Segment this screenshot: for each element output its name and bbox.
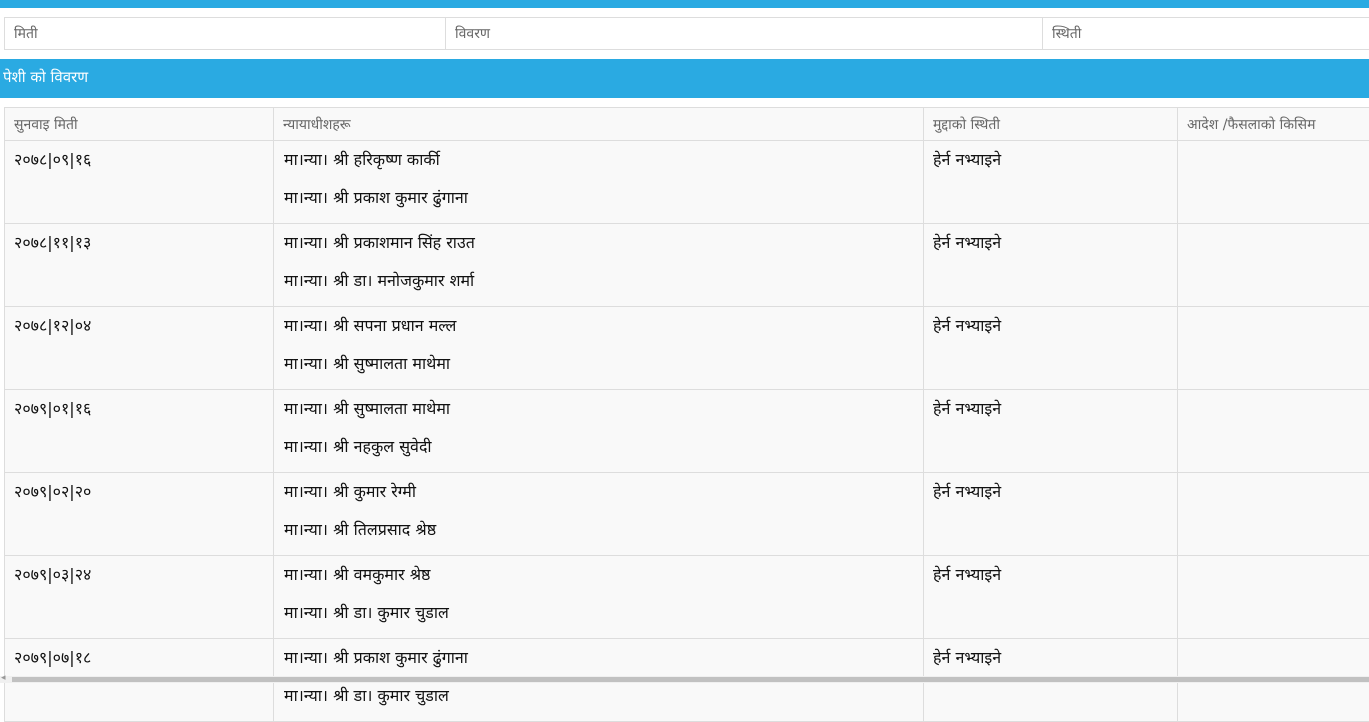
hearing-date: २०७८|१२|०४	[5, 307, 274, 390]
judge-name: मा।न्या। श्री सपना प्रधान मल्ल	[284, 313, 914, 351]
judges-cell: मा।न्या। श्री हरिकृष्ण कार्की मा।न्या। श…	[274, 141, 924, 224]
judge-name: मा।न्या। श्री हरिकृष्ण कार्की	[284, 147, 914, 185]
status-table: मिती विवरण स्थिती	[4, 17, 1369, 50]
order-type	[1178, 473, 1369, 556]
horizontal-scrollbar[interactable]: ◂	[0, 676, 1369, 683]
order-type	[1178, 141, 1369, 224]
status-col-status: स्थिती	[1043, 18, 1369, 50]
case-status: हेर्न नभ्याइने	[924, 224, 1178, 307]
judges-cell: मा।न्या। श्री सपना प्रधान मल्ल मा।न्या। …	[274, 307, 924, 390]
status-col-detail: विवरण	[446, 18, 1043, 50]
order-type	[1178, 224, 1369, 307]
judge-name: मा।न्या। श्री डा। मनोजकुमार शर्मा	[284, 268, 914, 306]
order-type	[1178, 556, 1369, 639]
case-status: हेर्न नभ्याइने	[924, 473, 1178, 556]
hearing-date: २०७८|११|१३	[5, 224, 274, 307]
table-row: २०७९|०२|२० मा।न्या। श्री कुमार रेग्मी मा…	[5, 473, 1369, 556]
judge-name: मा।न्या। श्री तिलप्रसाद श्रेष्ठ	[284, 517, 914, 555]
case-status: हेर्न नभ्याइने	[924, 141, 1178, 224]
judge-name: मा।न्या। श्री कुमार रेग्मी	[284, 479, 914, 517]
hearing-table: सुनवाइ मिती न्यायाधीशहरू मुद्दाको स्थिती…	[4, 107, 1369, 722]
table-row: २०७८|१२|०४ मा।न्या। श्री सपना प्रधान मल्…	[5, 307, 1369, 390]
judge-name: मा।न्या। श्री वमकुमार श्रेष्ठ	[284, 562, 914, 600]
judge-name: मा।न्या। श्री सुष्मालता माथेमा	[284, 396, 914, 434]
hearing-date: २०७८|०९|१६	[5, 141, 274, 224]
judges-cell: मा।न्या। श्री कुमार रेग्मी मा।न्या। श्री…	[274, 473, 924, 556]
order-type	[1178, 390, 1369, 473]
scroll-left-arrow-icon[interactable]: ◂	[1, 673, 6, 683]
judge-name: मा।न्या। श्री डा। कुमार चुडाल	[284, 600, 914, 638]
scrollbar-thumb[interactable]	[12, 677, 1369, 682]
top-accent-bar	[0, 0, 1369, 8]
hearing-date: २०७९|०२|२०	[5, 473, 274, 556]
case-status: हेर्न नभ्याइने	[924, 390, 1178, 473]
case-status: हेर्न नभ्याइने	[924, 556, 1178, 639]
header-hearing-date: सुनवाइ मिती	[5, 108, 274, 141]
status-table-header-row: मिती विवरण स्थिती	[5, 18, 1369, 50]
judge-name: मा।न्या। श्री नहकुल सुवेदी	[284, 434, 914, 472]
table-row: २०७९|०१|१६ मा।न्या। श्री सुष्मालता माथेम…	[5, 390, 1369, 473]
header-judges: न्यायाधीशहरू	[274, 108, 924, 141]
hearing-date: २०७९|०१|१६	[5, 390, 274, 473]
header-case-status: मुद्दाको स्थिती	[924, 108, 1178, 141]
status-col-date: मिती	[5, 18, 446, 50]
judge-name: मा।न्या। श्री प्रकाशमान सिंह राउत	[284, 230, 914, 268]
judge-name: मा।न्या। श्री प्रकाश कुमार ढुंगाना	[284, 185, 914, 223]
judges-cell: मा।न्या। श्री सुष्मालता माथेमा मा।न्या। …	[274, 390, 924, 473]
table-row: २०७८|११|१३ मा।न्या। श्री प्रकाशमान सिंह …	[5, 224, 1369, 307]
judge-name: मा।न्या। श्री डा। कुमार चुडाल	[284, 683, 914, 721]
judges-cell: मा।न्या। श्री वमकुमार श्रेष्ठ मा।न्या। श…	[274, 556, 924, 639]
hearing-section-title: पेशी को विवरण	[0, 59, 1369, 98]
order-type	[1178, 307, 1369, 390]
header-order-type: आदेश /फैसलाको किसिम	[1178, 108, 1369, 141]
table-row: २०७८|०९|१६ मा।न्या। श्री हरिकृष्ण कार्की…	[5, 141, 1369, 224]
case-status: हेर्न नभ्याइने	[924, 307, 1178, 390]
table-row: २०७९|०३|२४ मा।न्या। श्री वमकुमार श्रेष्ठ…	[5, 556, 1369, 639]
hearing-table-header-row: सुनवाइ मिती न्यायाधीशहरू मुद्दाको स्थिती…	[5, 108, 1369, 141]
hearing-date: २०७९|०३|२४	[5, 556, 274, 639]
judge-name: मा।न्या। श्री सुष्मालता माथेमा	[284, 351, 914, 389]
judges-cell: मा।न्या। श्री प्रकाशमान सिंह राउत मा।न्य…	[274, 224, 924, 307]
